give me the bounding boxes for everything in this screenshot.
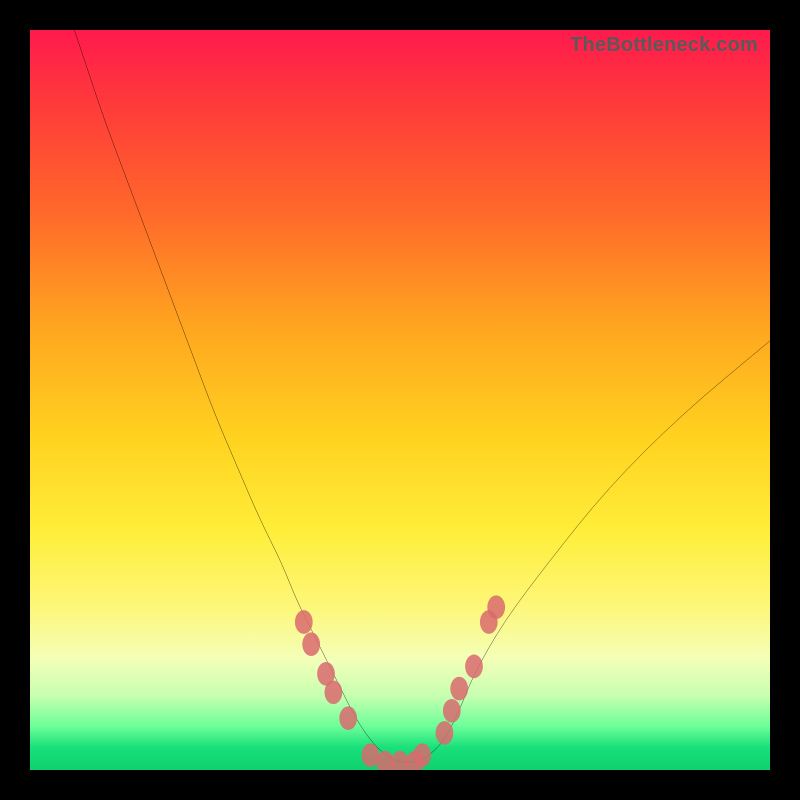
chart-frame: TheBottleneck.com xyxy=(0,0,800,800)
marker-dot xyxy=(339,706,357,730)
chart-svg xyxy=(30,30,770,770)
marker-dot xyxy=(295,610,313,634)
marker-dot xyxy=(487,595,505,619)
marker-dot xyxy=(413,743,431,767)
marker-dot xyxy=(465,655,483,679)
marker-dot xyxy=(436,721,454,745)
bottleneck-curve xyxy=(74,30,770,763)
marker-dot xyxy=(450,677,468,701)
marker-dot xyxy=(302,632,320,656)
plot-area: TheBottleneck.com xyxy=(30,30,770,770)
marker-dot xyxy=(325,680,343,704)
marker-dot xyxy=(443,699,461,723)
markers-group xyxy=(295,595,505,770)
